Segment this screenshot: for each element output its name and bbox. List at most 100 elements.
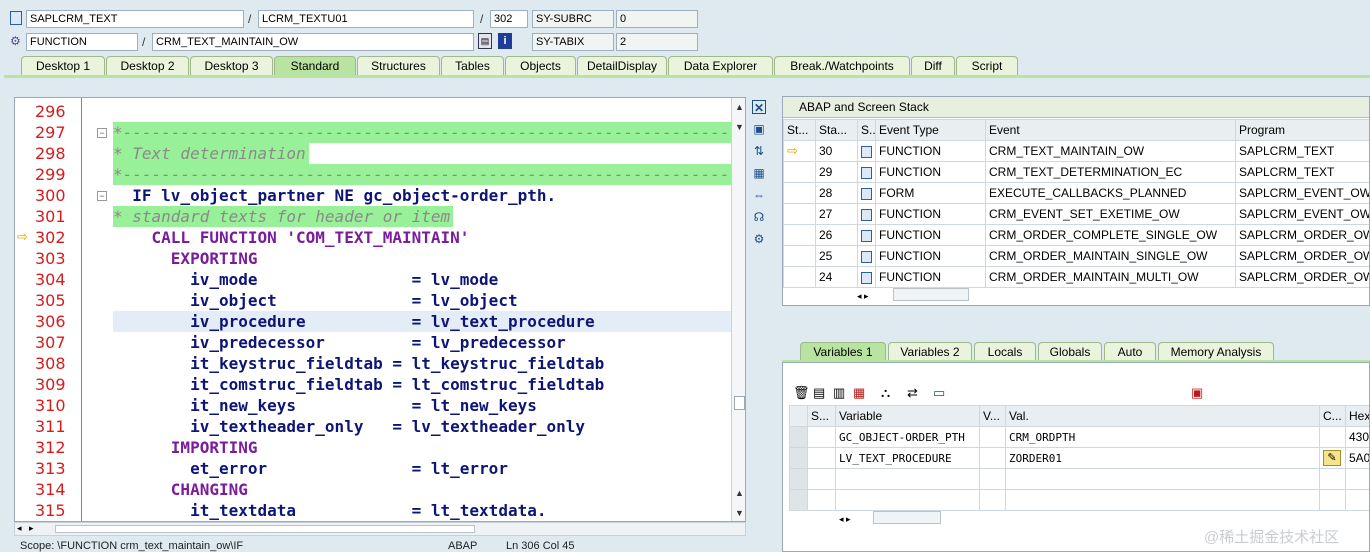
event-field[interactable]: CRM_TEXT_MAINTAIN_OW — [152, 33, 474, 51]
code-line[interactable]: 304 iv_mode = lv_mode — [15, 269, 731, 290]
resize-icon[interactable]: ⇔ — [752, 188, 766, 202]
variable-value[interactable] — [1005, 489, 1320, 511]
var-tab-globals[interactable]: Globals — [1038, 342, 1102, 361]
stack-column-header[interactable]: Event — [985, 119, 1236, 141]
save-icon[interactable]: ▣ — [1191, 385, 1203, 401]
code-line[interactable]: 315 it_textdata = lt_textdata. — [15, 500, 731, 521]
variable-column-header[interactable]: Val. — [1005, 405, 1320, 427]
tab-tables[interactable]: Tables — [441, 56, 504, 75]
source-editor[interactable]: 296 297 *---------------------------------… — [14, 97, 746, 522]
variable-row[interactable] — [789, 468, 1369, 490]
settings-icon[interactable]: ⚙ — [752, 232, 766, 246]
code-line[interactable]: 303 EXPORTING — [15, 248, 731, 269]
transfer-icon[interactable]: ⇄ — [907, 385, 918, 401]
stack-row[interactable]: 24 FUNCTION CRM_ORDER_MAINTAIN_MULTI_OW SAP… — [783, 266, 1369, 288]
variable-change[interactable]: ✎ — [1319, 447, 1346, 469]
row-selector[interactable] — [789, 426, 808, 448]
code-line[interactable]: 312 IMPORTING — [15, 437, 731, 458]
stack-row[interactable]: ⇨ 30 FUNCTION CRM_TEXT_MAINTAIN_OW SAPLCRM_T… — [783, 140, 1369, 162]
insert-icon[interactable]: ▤ — [813, 385, 825, 401]
code-line[interactable]: 297 *------------------------------------… — [15, 122, 745, 143]
variable-column-header[interactable]: S... — [807, 405, 836, 427]
variable-value[interactable] — [1005, 468, 1320, 490]
var-tab-variables-2[interactable]: Variables 2 — [888, 342, 972, 361]
tab-break-watchpoints[interactable]: Break./Watchpoints — [774, 56, 910, 75]
stack-column-header[interactable]: Sta... — [815, 119, 858, 141]
variable-column-header[interactable]: V... — [979, 405, 1006, 427]
code-line[interactable]: 314 CHANGING — [15, 479, 731, 500]
code-line[interactable]: 313 et_error = lt_error — [15, 458, 731, 479]
headset-icon[interactable]: ☊ — [752, 210, 766, 224]
variable-change[interactable] — [1319, 426, 1346, 448]
tab-diff[interactable]: Diff — [911, 56, 955, 75]
event-type-field[interactable]: FUNCTION — [26, 33, 138, 51]
tab-data-explorer[interactable]: Data Explorer — [668, 56, 773, 75]
row-selector[interactable] — [789, 468, 808, 490]
stack-row[interactable]: 27 FUNCTION CRM_EVENT_SET_EXETIME_OW SAPLCR… — [783, 203, 1369, 225]
stack-horizontal-scrollbar[interactable]: ◂ ▸ — [857, 288, 977, 302]
stack-column-header[interactable]: Event Type — [875, 119, 986, 141]
code-line[interactable]: 296 — [15, 101, 731, 122]
editor-vertical-scrollbar[interactable]: ▲ ▼ ▲ ▼ — [731, 98, 745, 521]
folder-icon[interactable]: ▭ — [933, 385, 945, 401]
stack-column-header[interactable]: S... — [857, 119, 876, 141]
navigate-icon[interactable]: ▤ — [478, 33, 492, 49]
tab-script[interactable]: Script — [956, 56, 1018, 75]
include-field[interactable]: LCRM_TEXTU01 — [258, 10, 474, 28]
tab-desktop-3[interactable]: Desktop 3 — [190, 56, 273, 75]
tab-structures[interactable]: Structures — [357, 56, 440, 75]
var-tab-memory-analysis[interactable]: Memory Analysis — [1158, 342, 1274, 361]
code-line[interactable]: 300 IF lv_object_partner NE gc_object-or… — [15, 185, 731, 206]
info-icon[interactable]: i — [498, 33, 512, 49]
variable-column-header[interactable]: C... — [1319, 405, 1346, 427]
maximize-icon[interactable]: ▦ — [752, 166, 766, 180]
var-tab-variables-1[interactable]: Variables 1 — [800, 342, 886, 361]
fold-toggle-icon[interactable]: − — [97, 128, 107, 138]
code-line[interactable]: 299 *------------------------------------… — [15, 164, 745, 185]
append-icon[interactable]: ▥ — [833, 385, 845, 401]
variable-row[interactable] — [789, 489, 1369, 511]
code-line[interactable]: 306 iv_procedure = lv_text_procedure — [35, 311, 731, 332]
editor-horizontal-scrollbar[interactable]: ◂ ▸ — [14, 522, 746, 536]
variable-column-header[interactable]: Hexa — [1345, 405, 1369, 427]
tab-objects[interactable]: Objects — [505, 56, 576, 75]
var-tab-locals[interactable]: Locals — [974, 342, 1036, 361]
variable-change[interactable] — [1319, 468, 1346, 490]
variable-row[interactable]: LV_TEXT_PROCEDURE ZORDER01✎5A00 — [789, 447, 1369, 469]
tab-detaildisplay[interactable]: DetailDisplay — [577, 56, 667, 75]
remove-row-icon[interactable]: ▦ — [853, 385, 865, 401]
variable-row[interactable]: GC_OBJECT-ORDER_PTH CRM_ORDPTH 4300 — [789, 426, 1369, 448]
hierarchy-icon[interactable]: ⛬ — [881, 385, 890, 401]
row-selector[interactable] — [789, 489, 808, 511]
tab-standard[interactable]: Standard — [274, 56, 356, 75]
program-field[interactable]: SAPLCRM_TEXT — [26, 10, 244, 28]
variable-column-header[interactable]: Variable — [835, 405, 980, 427]
tab-desktop-2[interactable]: Desktop 2 — [106, 56, 189, 75]
var-tab-auto[interactable]: Auto — [1104, 342, 1156, 361]
stack-row[interactable]: 29 FUNCTION CRM_TEXT_DETERMINATION_EC SAPLC… — [783, 161, 1369, 183]
code-line[interactable]: 309 it_comstruc_fieldtab = lt_comstruc_f… — [15, 374, 731, 395]
code-line[interactable]: 307 iv_predecessor = lv_predecessor — [15, 332, 731, 353]
variable-value[interactable]: CRM_ORDPTH — [1005, 426, 1320, 448]
variable-value[interactable]: ZORDER01 — [1005, 447, 1320, 469]
stack-row[interactable]: 26 FUNCTION CRM_ORDER_COMPLETE_SINGLE_OW SA… — [783, 224, 1369, 246]
delete-icon[interactable]: 🗑 — [793, 385, 810, 401]
variable-change[interactable] — [1319, 489, 1346, 511]
code-line[interactable]: 298 * Text determination — [15, 143, 731, 164]
code-line[interactable]: 308 it_keystruc_fieldtab = lt_keystruc_f… — [15, 353, 731, 374]
code-line[interactable]: 305 iv_object = lv_object — [15, 290, 731, 311]
stack-row[interactable]: 25 FUNCTION CRM_ORDER_MAINTAIN_SINGLE_OW SA… — [783, 245, 1369, 267]
stack-row[interactable]: 28 FORM EXECUTE_CALLBACKS_PLANNED SAPLCRM_E… — [783, 182, 1369, 204]
swap-icon[interactable]: ⇅ — [752, 144, 766, 158]
edit-pencil-icon[interactable]: ✎ — [1323, 450, 1341, 466]
row-selector-header[interactable] — [789, 405, 808, 427]
code-line[interactable]: 310 it_new_keys = lt_new_keys — [15, 395, 731, 416]
tab-desktop-1[interactable]: Desktop 1 — [21, 56, 105, 75]
fold-toggle-icon[interactable]: − — [97, 191, 107, 201]
stack-column-header[interactable]: Program — [1235, 119, 1369, 141]
row-selector[interactable] — [789, 447, 808, 469]
line-field[interactable]: 302 — [490, 10, 528, 28]
code-line[interactable]: 311 iv_textheader_only = lv_textheader_o… — [15, 416, 731, 437]
stack-column-header[interactable]: St... — [783, 119, 816, 141]
close-icon[interactable]: ✕ — [752, 100, 766, 115]
